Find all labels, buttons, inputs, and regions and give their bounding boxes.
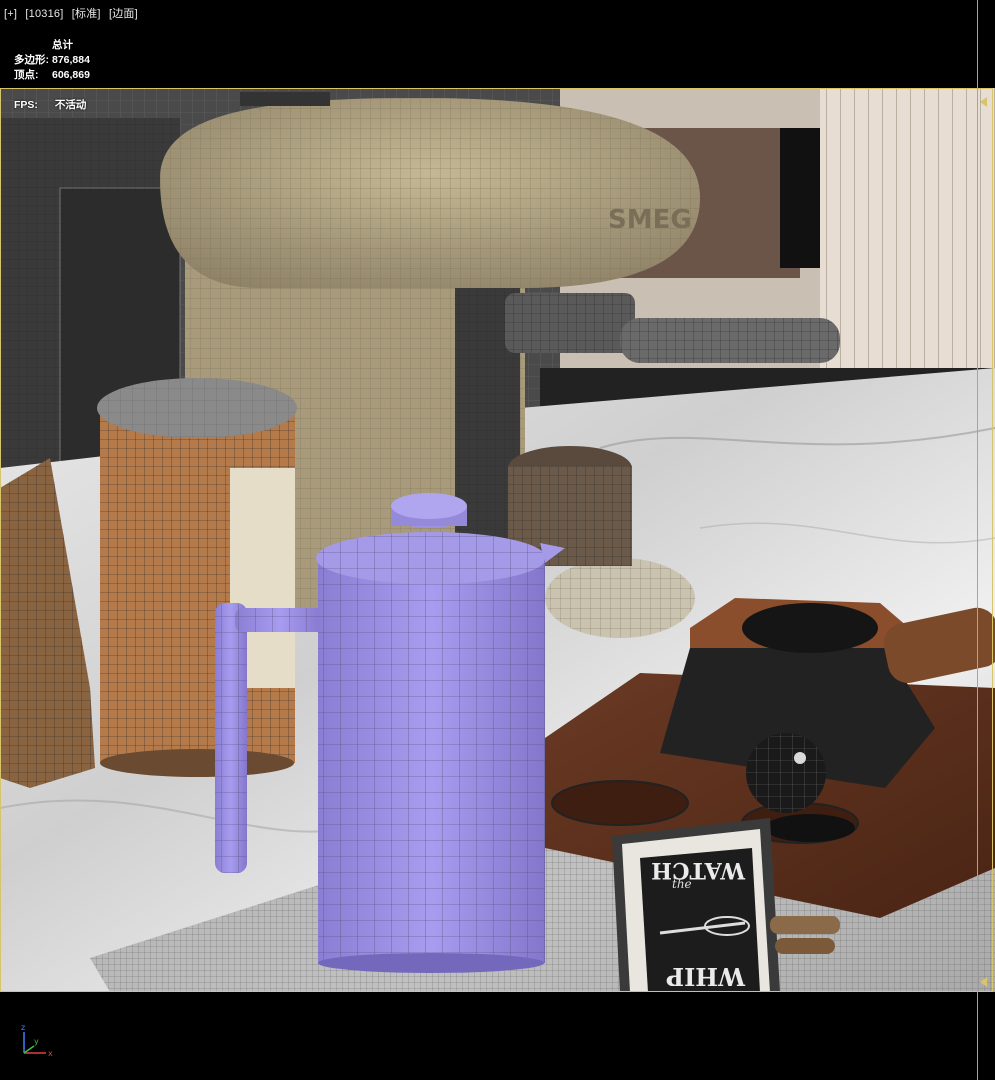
polygons-label: 多边形: — [14, 54, 49, 66]
axis-z-label: z — [21, 1023, 25, 1032]
polygons-value: 876,884 — [52, 54, 90, 66]
stats-vertices-row: 顶点: 606,869 — [14, 68, 90, 83]
sign-text-the: the — [672, 877, 692, 891]
sign-text-watch: WATCH — [651, 857, 746, 883]
vertices-value: 606,869 — [52, 69, 90, 81]
chalkboard-sign: WATCH the WHIP — [612, 818, 780, 992]
viewport-render[interactable]: SMEG WATCH the WHIP — [0, 88, 995, 992]
viewport-display-menu[interactable]: [边面] — [109, 8, 138, 20]
axis-y-label: y — [34, 1037, 39, 1046]
vertices-label: 顶点: — [14, 69, 39, 81]
safe-frame-marker-bottom-icon — [980, 977, 987, 987]
viewport-plus-menu[interactable]: [+] — [4, 8, 17, 20]
viewport-camera-menu[interactable]: [10316] — [25, 8, 63, 20]
fps-readout: FPS: 不活动 — [14, 97, 86, 112]
stats-total-label: 总计 — [52, 39, 73, 51]
fps-label: FPS: — [14, 99, 38, 111]
viewport-menu: [+] [10316] [标准] [边面] — [4, 5, 143, 21]
coffee-can — [97, 378, 297, 777]
safe-frame-marker-top-icon — [980, 97, 987, 107]
viewport-divider[interactable] — [977, 0, 978, 1080]
axis-gizmo-icon: x y z — [12, 1020, 62, 1060]
sign-text-whip: WHIP — [666, 962, 746, 991]
stats-polygons-row: 多边形: 876,884 — [14, 53, 90, 68]
machine-brand-logo: SMEG — [608, 205, 692, 235]
axis-x-label: x — [48, 1049, 53, 1058]
fps-value: 不活动 — [54, 99, 87, 111]
viewport-shading-menu[interactable]: [标准] — [72, 8, 101, 20]
statistics-overlay: 总计 多边形: 876,884 顶点: 606,869 — [14, 38, 90, 83]
